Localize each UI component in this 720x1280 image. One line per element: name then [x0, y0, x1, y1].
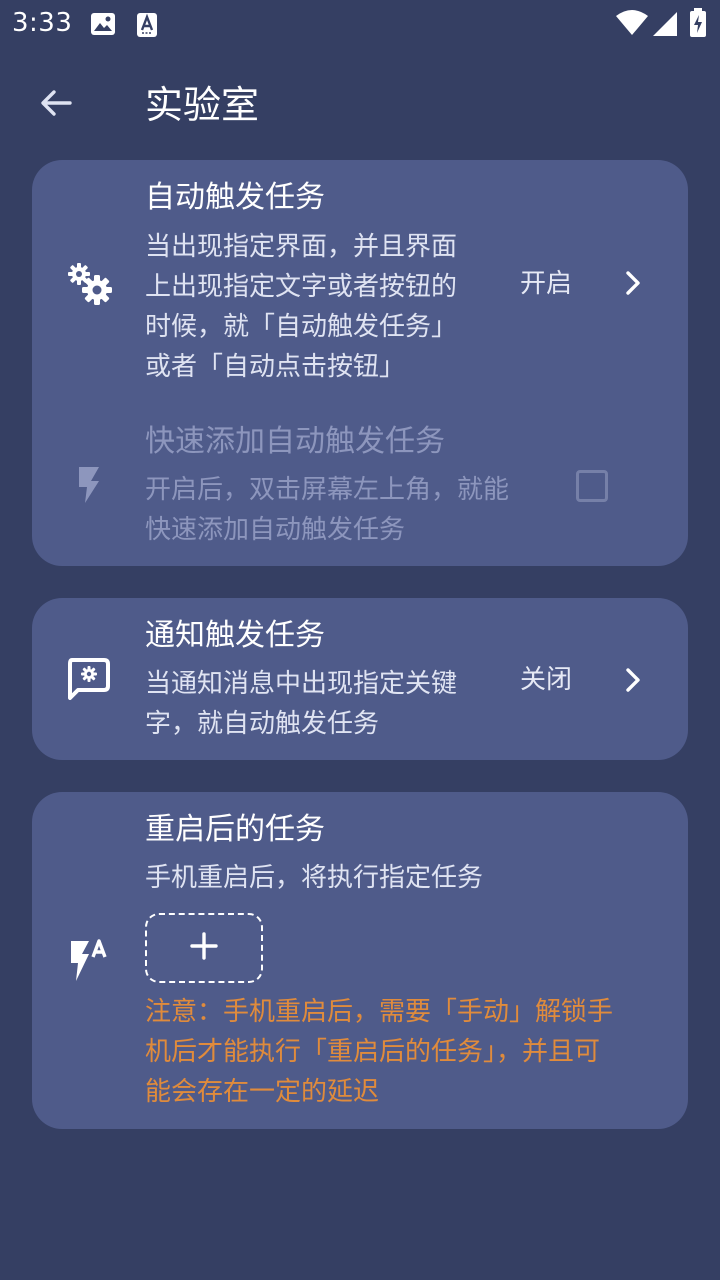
page-title: 实验室 [145, 83, 260, 127]
image-icon [90, 12, 116, 40]
status-time: 3:33 [12, 8, 73, 38]
notification-trigger-card[interactable]: 通知触发任务 当通知消息中出现指定关键 字，就自动触发任务 关闭 [32, 598, 688, 760]
notification-trigger-status: 关闭 [520, 665, 573, 695]
notification-trigger-title: 通知触发任务 [145, 618, 325, 653]
auto-trigger-card: 自动触发任务 当出现指定界面，并且界面 上出现指定文字或者按钮的 时候，就「自动… [32, 160, 688, 566]
quick-add-checkbox[interactable] [576, 470, 608, 502]
flash-icon [70, 464, 106, 506]
quick-add-title: 快速添加自动触发任务 [145, 424, 445, 459]
plus-icon [189, 931, 219, 965]
battery-charging-icon [689, 8, 707, 42]
auto-trigger-status: 开启 [520, 269, 573, 299]
chevron-right-icon [618, 660, 648, 700]
settings-message-icon [64, 654, 112, 702]
auto-trigger-description: 当出现指定界面，并且界面 上出现指定文字或者按钮的 时候，就「自动触发任务」 或… [145, 232, 458, 382]
status-bar: 3:33 [0, 0, 720, 50]
notification-trigger-description: 当通知消息中出现指定关键 字，就自动触发任务 [145, 669, 458, 739]
wifi-icon [616, 10, 648, 40]
reboot-task-card: 重启后的任务 手机重启后，将执行指定任务 注意：手机重启后，需要「手动」解锁手 … [32, 792, 688, 1129]
auto-trigger-title: 自动触发任务 [145, 180, 325, 215]
gears-icon [64, 258, 116, 310]
back-button[interactable] [30, 80, 82, 130]
chevron-right-icon [618, 263, 648, 303]
quick-add-description: 开启后，双击屏幕左上角，就能 快速添加自动触发任务 [145, 475, 510, 545]
auto-trigger-row[interactable]: 自动触发任务 当出现指定界面，并且界面 上出现指定文字或者按钮的 时候，就「自动… [32, 160, 688, 400]
reboot-task-title: 重启后的任务 [145, 812, 325, 847]
reboot-warning-note: 注意：手机重启后，需要「手动」解锁手 机后才能执行「重启后的任务」，并且可 能会… [145, 997, 614, 1107]
arrow-left-icon [38, 85, 74, 125]
reboot-task-description: 手机重启后，将执行指定任务 [145, 863, 484, 893]
signal-icon [652, 11, 678, 41]
quick-add-row[interactable]: 快速添加自动触发任务 开启后，双击屏幕左上角，就能 快速添加自动触发任务 [32, 410, 688, 560]
add-task-button[interactable] [145, 913, 263, 983]
font-icon [136, 12, 158, 42]
flash-auto-icon [66, 936, 114, 984]
